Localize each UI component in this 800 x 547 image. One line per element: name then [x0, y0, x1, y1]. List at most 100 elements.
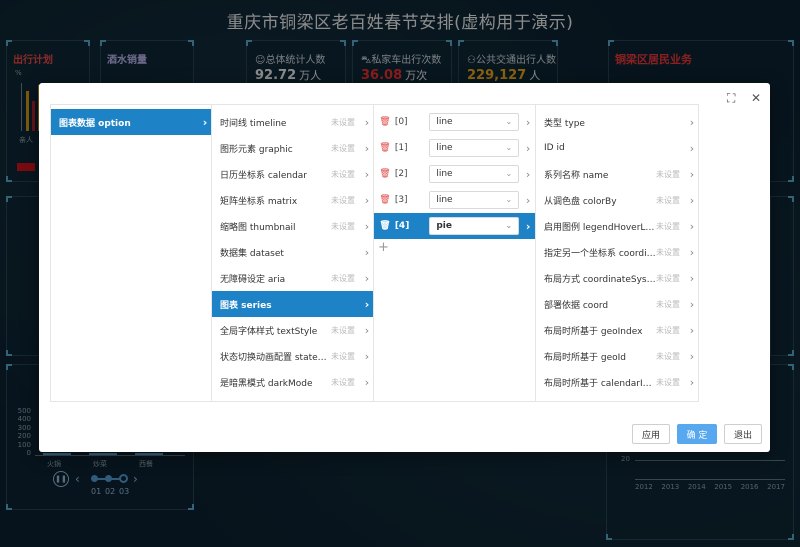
- chevron-down-icon: ⌄: [505, 143, 513, 152]
- apply-button[interactable]: 应用: [632, 424, 670, 444]
- series-item[interactable]: 🗑 [1] line ⌄ ›: [374, 135, 535, 161]
- chevron-right-icon: ›: [525, 167, 531, 181]
- series-prop-item[interactable]: 指定另一个坐标系 coordin… 未设置 ›: [536, 239, 698, 265]
- option-key-item[interactable]: 时间线 timeline 未设置 ›: [212, 109, 373, 135]
- series-item[interactable]: 🗑 [2] line ⌄ ›: [374, 161, 535, 187]
- option-editor-dialog: ⛶ ✕ 图表数据 option › 时间线 timeline 未设置 › 图形元素 g…: [39, 83, 770, 452]
- option-root-item[interactable]: 图表数据 option ›: [51, 109, 211, 135]
- unset-badge: 未设置: [656, 195, 680, 205]
- chevron-right-icon: ›: [689, 167, 695, 181]
- option-root-column: 图表数据 option ›: [51, 105, 212, 401]
- series-type-select[interactable]: line ⌄: [429, 113, 520, 131]
- series-type-select[interactable]: line ⌄: [429, 191, 520, 209]
- series-prop-item[interactable]: 类型 type ›: [536, 109, 698, 135]
- unset-badge: 未设置: [331, 195, 355, 205]
- option-key-item[interactable]: 矩阵坐标系 matrix 未设置 ›: [212, 187, 373, 213]
- series-prop-item[interactable]: 布局时所基于 geoIndex 未设置 ›: [536, 317, 698, 343]
- option-key-label: 全局字体样式 textStyle: [220, 326, 318, 337]
- unset-badge: 未设置: [331, 325, 355, 335]
- chevron-right-icon: ›: [525, 193, 531, 207]
- option-key-item[interactable]: 日历坐标系 calendar 未设置 ›: [212, 161, 373, 187]
- chevron-right-icon: ›: [689, 219, 695, 233]
- option-key-label: 布局时所基于 calendarInd…: [544, 378, 656, 389]
- series-prop-item[interactable]: 部署依据 coord 未设置 ›: [536, 291, 698, 317]
- trash-icon[interactable]: 🗑: [378, 169, 392, 179]
- chevron-right-icon: ›: [689, 271, 695, 285]
- option-key-item[interactable]: 图表 series ›: [212, 291, 373, 317]
- chevron-right-icon: ›: [364, 219, 370, 233]
- option-key-label: 从调色盘 colorBy: [544, 196, 617, 207]
- exit-button[interactable]: 退出: [724, 424, 762, 444]
- option-key-item[interactable]: 无障碍设定 aria 未设置 ›: [212, 265, 373, 291]
- trash-icon[interactable]: 🗑: [378, 143, 392, 153]
- series-type-select[interactable]: line ⌄: [429, 139, 520, 157]
- option-key-label: 缩略图 thumbnail: [220, 222, 296, 233]
- add-series-button[interactable]: +: [374, 239, 535, 257]
- chevron-right-icon: ›: [364, 193, 370, 207]
- option-key-item[interactable]: 图形元素 graphic 未设置 ›: [212, 135, 373, 161]
- option-keys-column: 时间线 timeline 未设置 › 图形元素 graphic 未设置 › 日历坐标系 ca…: [212, 105, 374, 401]
- series-type-value: line: [436, 143, 453, 153]
- series-type-select[interactable]: pie ⌄: [429, 217, 520, 235]
- option-key-item[interactable]: 全局字体样式 textStyle 未设置 ›: [212, 317, 373, 343]
- chevron-right-icon: ›: [525, 141, 531, 155]
- chevron-right-icon: ›: [364, 323, 370, 337]
- option-key-label: 指定另一个坐标系 coordin…: [544, 248, 656, 259]
- expand-icon[interactable]: ⛶: [727, 91, 735, 106]
- series-props-column: 类型 type › ID id › 系列名称 name 未设置 › 从调色盘 colorBy 未…: [536, 105, 698, 401]
- option-key-label: 系列名称 name: [544, 170, 609, 181]
- option-key-label: 图形元素 graphic: [220, 144, 293, 155]
- option-key-label: 类型 type: [544, 118, 585, 129]
- unset-badge: 未设置: [331, 169, 355, 179]
- chevron-right-icon: ›: [525, 115, 531, 129]
- series-item[interactable]: 🗑 [4] pie ⌄ ›: [374, 213, 535, 239]
- option-key-label: 布局方式 coordinateSyste…: [544, 274, 656, 285]
- series-prop-item[interactable]: 布局方式 coordinateSyste… 未设置 ›: [536, 265, 698, 291]
- option-key-item[interactable]: 数据集 dataset ›: [212, 239, 373, 265]
- series-prop-item[interactable]: 从调色盘 colorBy 未设置 ›: [536, 187, 698, 213]
- chevron-down-icon: ⌄: [505, 195, 513, 204]
- confirm-button[interactable]: 确 定: [677, 424, 717, 444]
- chevron-right-icon: ›: [689, 297, 695, 311]
- option-key-item[interactable]: 缩略图 thumbnail 未设置 ›: [212, 213, 373, 239]
- series-prop-item[interactable]: 布局时所基于 geoId 未设置 ›: [536, 343, 698, 369]
- series-type-value: pie: [436, 221, 452, 231]
- option-key-item[interactable]: 是暗黑模式 darkMode 未设置 ›: [212, 369, 373, 395]
- series-type-select[interactable]: line ⌄: [429, 165, 520, 183]
- series-prop-item[interactable]: ID id ›: [536, 135, 698, 161]
- unset-badge: 未设置: [331, 351, 355, 361]
- unset-badge: 未设置: [331, 221, 355, 231]
- unset-badge: 未设置: [656, 351, 680, 361]
- series-prop-item[interactable]: 系列名称 name 未设置 ›: [536, 161, 698, 187]
- trash-icon[interactable]: 🗑: [378, 195, 392, 205]
- chevron-right-icon: ›: [364, 141, 370, 155]
- series-item[interactable]: 🗑 [0] line ⌄ ›: [374, 109, 535, 135]
- series-item[interactable]: 🗑 [3] line ⌄ ›: [374, 187, 535, 213]
- series-type-value: line: [436, 169, 453, 179]
- option-key-item[interactable]: 状态切换动画配置 stateAn… 未设置 ›: [212, 343, 373, 369]
- trash-icon[interactable]: 🗑: [378, 221, 392, 231]
- option-key-label: 矩阵坐标系 matrix: [220, 196, 298, 207]
- option-key-label: 日历坐标系 calendar: [220, 170, 307, 181]
- chevron-right-icon: ›: [689, 141, 695, 155]
- chevron-right-icon: ›: [689, 245, 695, 259]
- chevron-right-icon: ›: [689, 349, 695, 363]
- unset-badge: 未设置: [656, 377, 680, 387]
- unset-badge: 未设置: [656, 299, 680, 309]
- series-prop-item[interactable]: 布局时所基于 calendarInd… 未设置 ›: [536, 369, 698, 395]
- close-icon[interactable]: ✕: [751, 91, 761, 105]
- option-key-label: 启用图例 legendHoverLink: [544, 222, 656, 233]
- option-key-label: 布局时所基于 geoId: [544, 352, 626, 363]
- option-key-label: 是暗黑模式 darkMode: [220, 378, 313, 389]
- series-prop-item[interactable]: 启用图例 legendHoverLink 未设置 ›: [536, 213, 698, 239]
- option-root-label: 图表数据 option: [59, 118, 131, 129]
- option-key-label: 布局时所基于 geoIndex: [544, 326, 643, 337]
- series-index: [1]: [394, 143, 408, 153]
- chevron-right-icon: ›: [689, 375, 695, 389]
- option-key-label: 部署依据 coord: [544, 300, 609, 311]
- series-index: [3]: [394, 195, 408, 205]
- trash-icon[interactable]: 🗑: [378, 117, 392, 127]
- option-columns: 图表数据 option › 时间线 timeline 未设置 › 图形元素 graph…: [50, 104, 699, 402]
- chevron-right-icon: ›: [525, 219, 531, 233]
- chevron-right-icon: ›: [364, 115, 370, 129]
